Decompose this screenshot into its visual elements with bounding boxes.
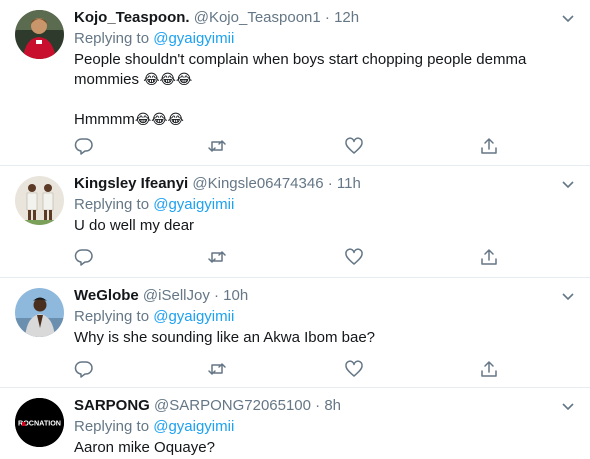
avatar[interactable] <box>15 288 64 337</box>
author-name[interactable]: SARPONG <box>74 397 150 414</box>
tweet-time[interactable]: 11h <box>337 175 361 192</box>
replying-to: Replying to @gyaigyimii <box>74 195 576 215</box>
replying-to: Replying to @gyaigyimii <box>74 307 576 327</box>
share-icon[interactable] <box>479 247 499 267</box>
tweet[interactable]: Kojo_Teaspoon. @Kojo_Teaspoon1 · 12h Rep… <box>0 0 590 166</box>
share-icon[interactable] <box>479 136 499 156</box>
share-icon[interactable] <box>479 359 499 379</box>
mention-link[interactable]: @gyaigyimii <box>153 196 234 213</box>
chevron-down-icon[interactable] <box>560 176 576 192</box>
avatar[interactable] <box>15 10 64 59</box>
like-icon[interactable] <box>344 136 364 156</box>
replying-label: Replying to <box>74 30 150 47</box>
retweet-icon[interactable] <box>207 359 227 379</box>
replying-to: Replying to @gyaigyimii <box>74 417 576 437</box>
replying-label: Replying to <box>74 308 150 325</box>
replying-label: Replying to <box>74 418 150 435</box>
replying-label: Replying to <box>74 196 150 213</box>
retweet-icon[interactable] <box>207 247 227 267</box>
author-handle[interactable]: @Kingsle06474346 <box>192 175 323 192</box>
laughing-emoji: 😂😂😂 <box>143 72 193 88</box>
reply-icon[interactable] <box>74 247 94 267</box>
separator-dot: · <box>327 175 333 192</box>
like-icon[interactable] <box>344 359 364 379</box>
mention-link[interactable]: @gyaigyimii <box>153 30 234 47</box>
like-icon[interactable] <box>344 247 364 267</box>
separator-dot: · <box>324 9 330 26</box>
chevron-down-icon[interactable] <box>560 398 576 414</box>
reply-icon[interactable] <box>74 136 94 156</box>
chevron-down-icon[interactable] <box>560 288 576 304</box>
mention-link[interactable]: @gyaigyimii <box>153 418 234 435</box>
separator-dot: · <box>214 287 219 304</box>
tweet[interactable]: ROCNATION SARPONG @SARPONG72065100 · 8h … <box>0 388 590 459</box>
author-handle[interactable]: @iSellJoy <box>143 287 210 304</box>
avatar[interactable]: ROCNATION <box>15 398 64 447</box>
author-name[interactable]: Kojo_Teaspoon. <box>74 9 190 26</box>
author-name[interactable]: Kingsley Ifeanyi <box>74 175 188 192</box>
chevron-down-icon[interactable] <box>560 10 576 26</box>
tweet[interactable]: WeGlobe @iSellJoy · 10h Replying to @gya… <box>0 278 590 388</box>
tweet-text: Aaron mike Oquaye? <box>74 439 215 456</box>
author-handle[interactable]: @SARPONG72065100 <box>154 397 311 414</box>
tweet-text-line: People shouldn't complain when boys star… <box>74 51 527 88</box>
avatar[interactable] <box>15 176 64 225</box>
tweet-text: People shouldn't complain when boys star… <box>74 50 576 90</box>
tweet-time[interactable]: 10h <box>223 287 248 304</box>
tweet-text: U do well my dear <box>74 217 195 234</box>
mention-link[interactable]: @gyaigyimii <box>153 308 234 325</box>
tweet-text-2: Hmmmm😂😂😂 <box>74 110 576 130</box>
tweet-text-line: Hmmmm <box>74 111 135 128</box>
separator-dot: · <box>315 397 321 414</box>
replying-to: Replying to @gyaigyimii <box>74 29 576 49</box>
author-name[interactable]: WeGlobe <box>74 287 139 304</box>
tweet-time[interactable]: 8h <box>324 397 341 414</box>
tweet-text: Why is she sounding like an Akwa Ibom ba… <box>74 329 376 346</box>
tweet[interactable]: Kingsley Ifeanyi @Kingsle06474346 · 11h … <box>0 166 590 278</box>
reply-icon[interactable] <box>74 359 94 379</box>
retweet-icon[interactable] <box>207 136 227 156</box>
tweet-time[interactable]: 12h <box>334 9 359 26</box>
author-handle[interactable]: @Kojo_Teaspoon1 <box>194 9 321 26</box>
laughing-emoji: 😂😂😂 <box>134 112 184 128</box>
